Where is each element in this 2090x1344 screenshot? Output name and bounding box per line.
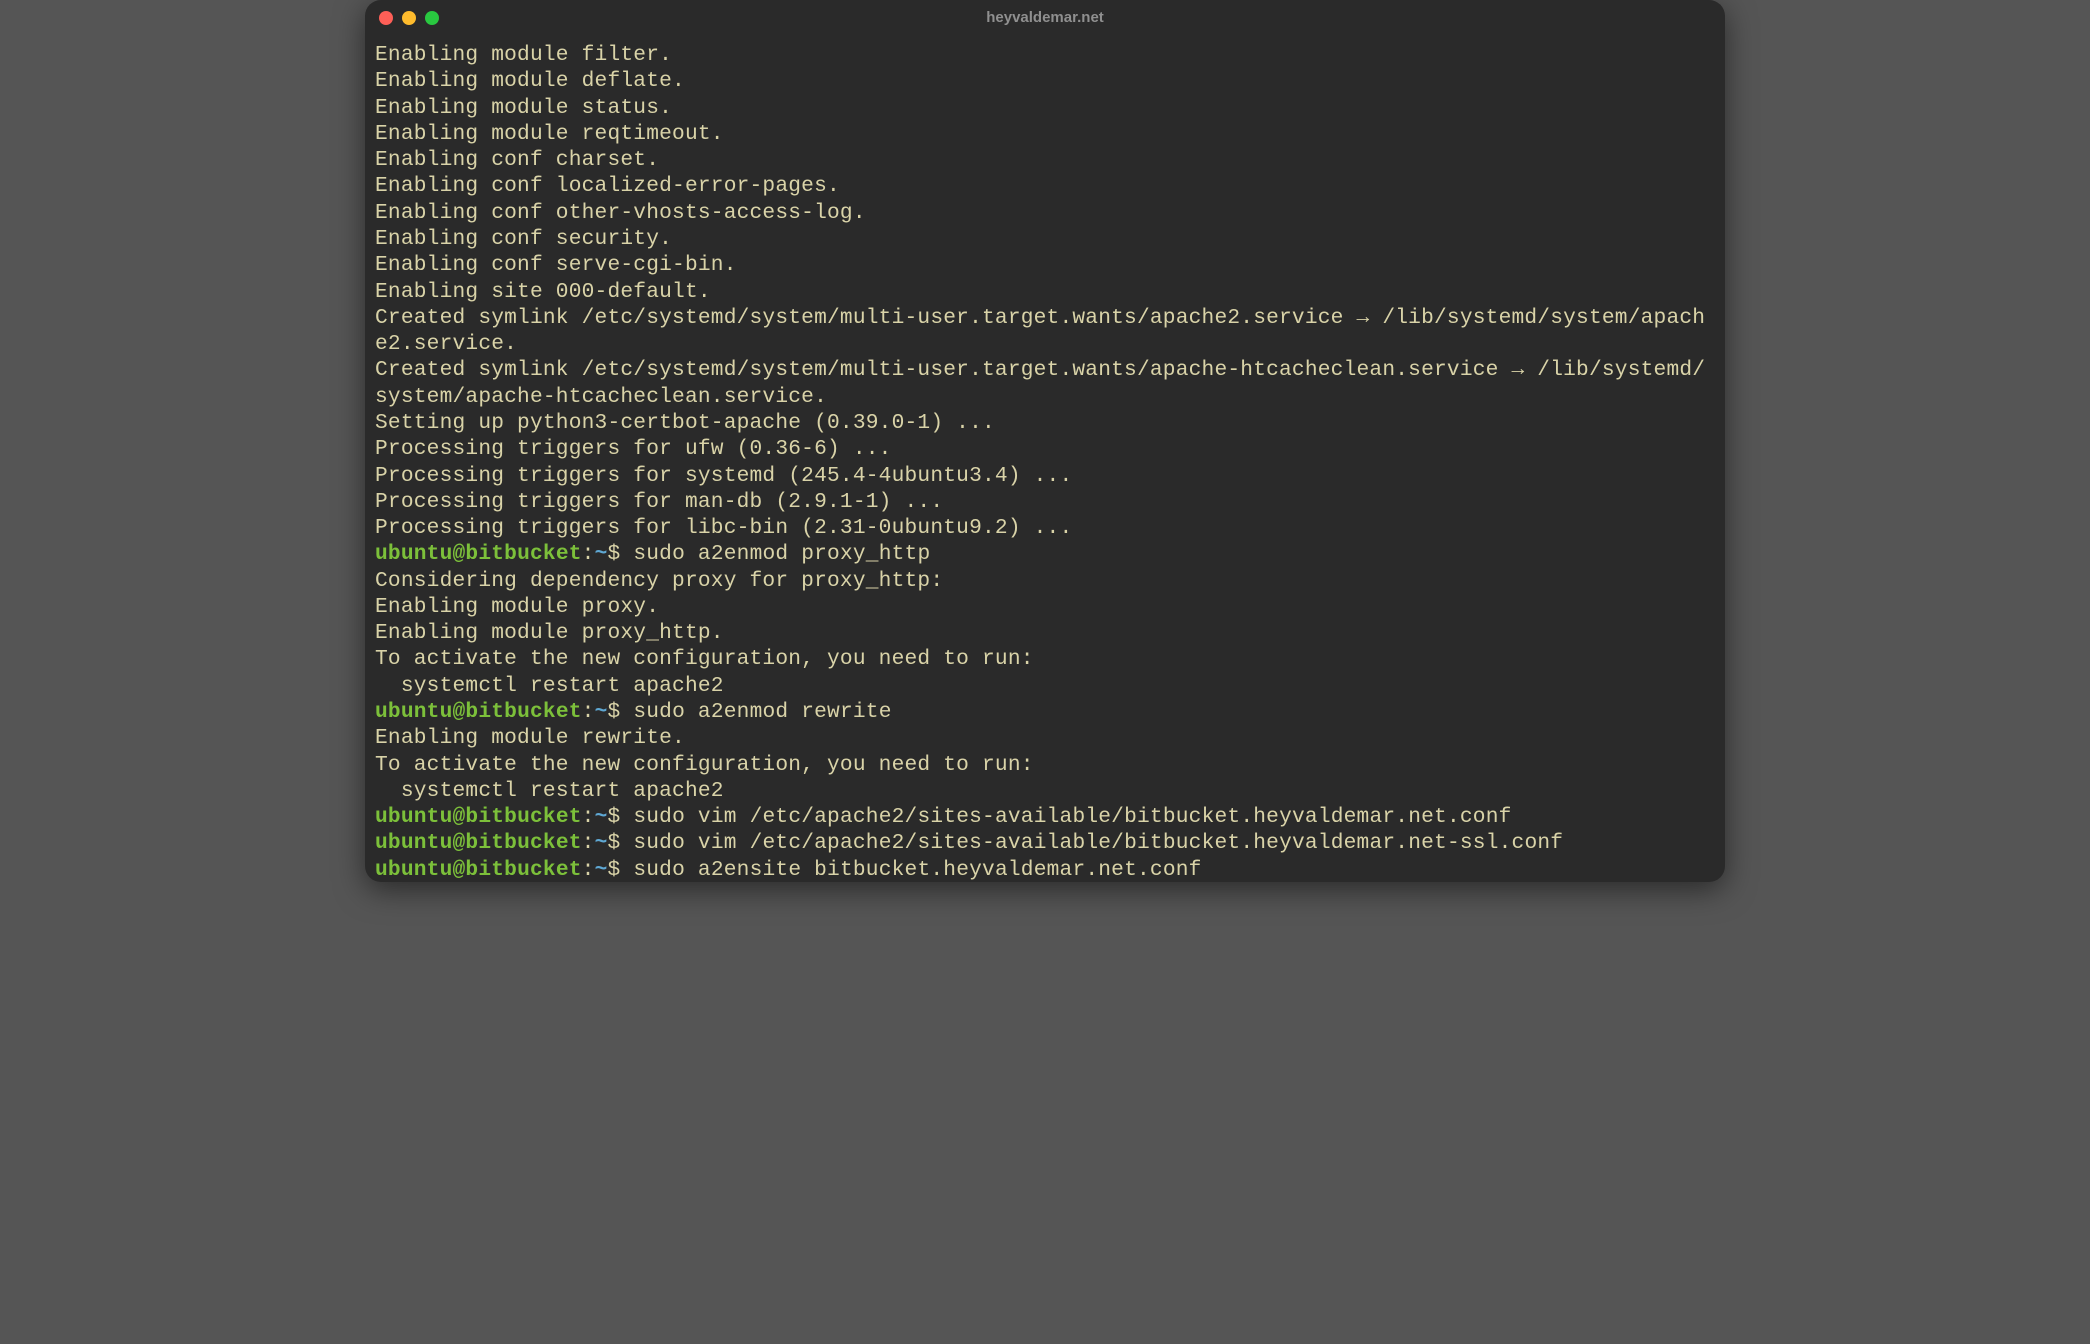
output-text: Enabling conf charset. (375, 148, 659, 172)
output-line: To activate the new configuration, you n… (375, 752, 1715, 778)
output-line: systemctl restart apache2 (375, 778, 1715, 804)
prompt-colon: : (582, 858, 595, 882)
prompt-at: @ (453, 831, 466, 855)
output-line: Enabling module filter. (375, 42, 1715, 68)
prompt-path: ~ (595, 805, 608, 829)
command-text: sudo vim /etc/apache2/sites-available/bi… (633, 831, 1563, 855)
command-text: sudo a2enmod rewrite (633, 700, 891, 724)
output-text: To activate the new configuration, you n… (375, 647, 1034, 671)
minimize-icon[interactable] (402, 11, 416, 25)
output-line: To activate the new configuration, you n… (375, 646, 1715, 672)
output-text: Enabling site 000-default. (375, 280, 711, 304)
output-text: Processing triggers for ufw (0.36-6) ... (375, 437, 892, 461)
prompt-path: ~ (595, 700, 608, 724)
prompt-path: ~ (595, 542, 608, 566)
zoom-icon[interactable] (425, 11, 439, 25)
output-line: Enabling module rewrite. (375, 725, 1715, 751)
output-line: Created symlink /etc/systemd/system/mult… (375, 305, 1715, 358)
output-text: Processing triggers for libc-bin (2.31-0… (375, 516, 1072, 540)
prompt-symbol: $ (608, 700, 634, 724)
output-text: Created symlink /etc/systemd/system/mult… (375, 306, 1705, 356)
prompt-symbol: $ (608, 858, 634, 882)
output-text: Considering dependency proxy for proxy_h… (375, 569, 943, 593)
prompt-colon: : (582, 700, 595, 724)
output-line: Enabling conf serve-cgi-bin. (375, 252, 1715, 278)
output-text: Enabling module status. (375, 96, 672, 120)
output-text: Enabling module reqtimeout. (375, 122, 724, 146)
output-line: Processing triggers for ufw (0.36-6) ... (375, 436, 1715, 462)
output-line: Created symlink /etc/systemd/system/mult… (375, 357, 1715, 410)
prompt-host: bitbucket (465, 805, 581, 829)
output-line: Enabling module proxy_http. (375, 620, 1715, 646)
prompt-line: ubuntu@bitbucket:~$ sudo vim /etc/apache… (375, 804, 1715, 830)
output-text: Enabling module proxy. (375, 595, 659, 619)
output-text: Processing triggers for systemd (245.4-4… (375, 464, 1072, 488)
prompt-host: bitbucket (465, 831, 581, 855)
output-text: Enabling conf security. (375, 227, 672, 251)
prompt-symbol: $ (608, 805, 634, 829)
prompt-line: ubuntu@bitbucket:~$ sudo a2ensite bitbuc… (375, 857, 1715, 882)
prompt-user: ubuntu (375, 805, 453, 829)
prompt-user: ubuntu (375, 858, 453, 882)
prompt-host: bitbucket (465, 858, 581, 882)
prompt-path: ~ (595, 831, 608, 855)
output-line: Processing triggers for libc-bin (2.31-0… (375, 515, 1715, 541)
window-controls (379, 11, 439, 25)
output-text: Enabling conf serve-cgi-bin. (375, 253, 737, 277)
prompt-colon: : (582, 831, 595, 855)
output-line: Enabling conf security. (375, 226, 1715, 252)
prompt-at: @ (453, 542, 466, 566)
output-line: Processing triggers for systemd (245.4-4… (375, 463, 1715, 489)
prompt-colon: : (582, 805, 595, 829)
prompt-host: bitbucket (465, 542, 581, 566)
output-text: Setting up python3-certbot-apache (0.39.… (375, 411, 995, 435)
output-text: Enabling conf other-vhosts-access-log. (375, 201, 866, 225)
prompt-line: ubuntu@bitbucket:~$ sudo a2enmod rewrite (375, 699, 1715, 725)
output-line: Enabling module reqtimeout. (375, 121, 1715, 147)
prompt-line: ubuntu@bitbucket:~$ sudo vim /etc/apache… (375, 830, 1715, 856)
output-line: Enabling module status. (375, 95, 1715, 121)
output-text: systemctl restart apache2 (375, 779, 724, 803)
output-line: Enabling module proxy. (375, 594, 1715, 620)
output-line: Enabling conf other-vhosts-access-log. (375, 200, 1715, 226)
close-icon[interactable] (379, 11, 393, 25)
prompt-at: @ (453, 700, 466, 724)
output-line: Enabling site 000-default. (375, 279, 1715, 305)
prompt-symbol: $ (608, 831, 634, 855)
output-text: Enabling conf localized-error-pages. (375, 174, 840, 198)
terminal-output[interactable]: Enabling module filter.Enabling module d… (365, 36, 1725, 882)
output-text: Processing triggers for man-db (2.9.1-1)… (375, 490, 943, 514)
window-titlebar: heyvaldemar.net (365, 0, 1725, 36)
prompt-symbol: $ (608, 542, 634, 566)
output-text: To activate the new configuration, you n… (375, 753, 1034, 777)
prompt-host: bitbucket (465, 700, 581, 724)
output-line: Setting up python3-certbot-apache (0.39.… (375, 410, 1715, 436)
output-text: Created symlink /etc/systemd/system/mult… (375, 358, 1705, 408)
prompt-line: ubuntu@bitbucket:~$ sudo a2enmod proxy_h… (375, 541, 1715, 567)
command-text: sudo a2enmod proxy_http (633, 542, 930, 566)
prompt-path: ~ (595, 858, 608, 882)
command-text: sudo a2ensite bitbucket.heyvaldemar.net.… (633, 858, 1201, 882)
output-line: Considering dependency proxy for proxy_h… (375, 568, 1715, 594)
output-line: Processing triggers for man-db (2.9.1-1)… (375, 489, 1715, 515)
prompt-at: @ (453, 858, 466, 882)
prompt-at: @ (453, 805, 466, 829)
output-text: systemctl restart apache2 (375, 674, 724, 698)
terminal-window: heyvaldemar.net Enabling module filter.E… (365, 0, 1725, 882)
output-line: Enabling conf localized-error-pages. (375, 173, 1715, 199)
command-text: sudo vim /etc/apache2/sites-available/bi… (633, 805, 1511, 829)
output-line: Enabling module deflate. (375, 68, 1715, 94)
prompt-user: ubuntu (375, 831, 453, 855)
prompt-user: ubuntu (375, 700, 453, 724)
output-line: systemctl restart apache2 (375, 673, 1715, 699)
output-text: Enabling module rewrite. (375, 726, 685, 750)
prompt-colon: : (582, 542, 595, 566)
output-text: Enabling module proxy_http. (375, 621, 724, 645)
output-text: Enabling module deflate. (375, 69, 685, 93)
prompt-user: ubuntu (375, 542, 453, 566)
output-line: Enabling conf charset. (375, 147, 1715, 173)
output-text: Enabling module filter. (375, 43, 672, 67)
window-title: heyvaldemar.net (365, 9, 1725, 28)
